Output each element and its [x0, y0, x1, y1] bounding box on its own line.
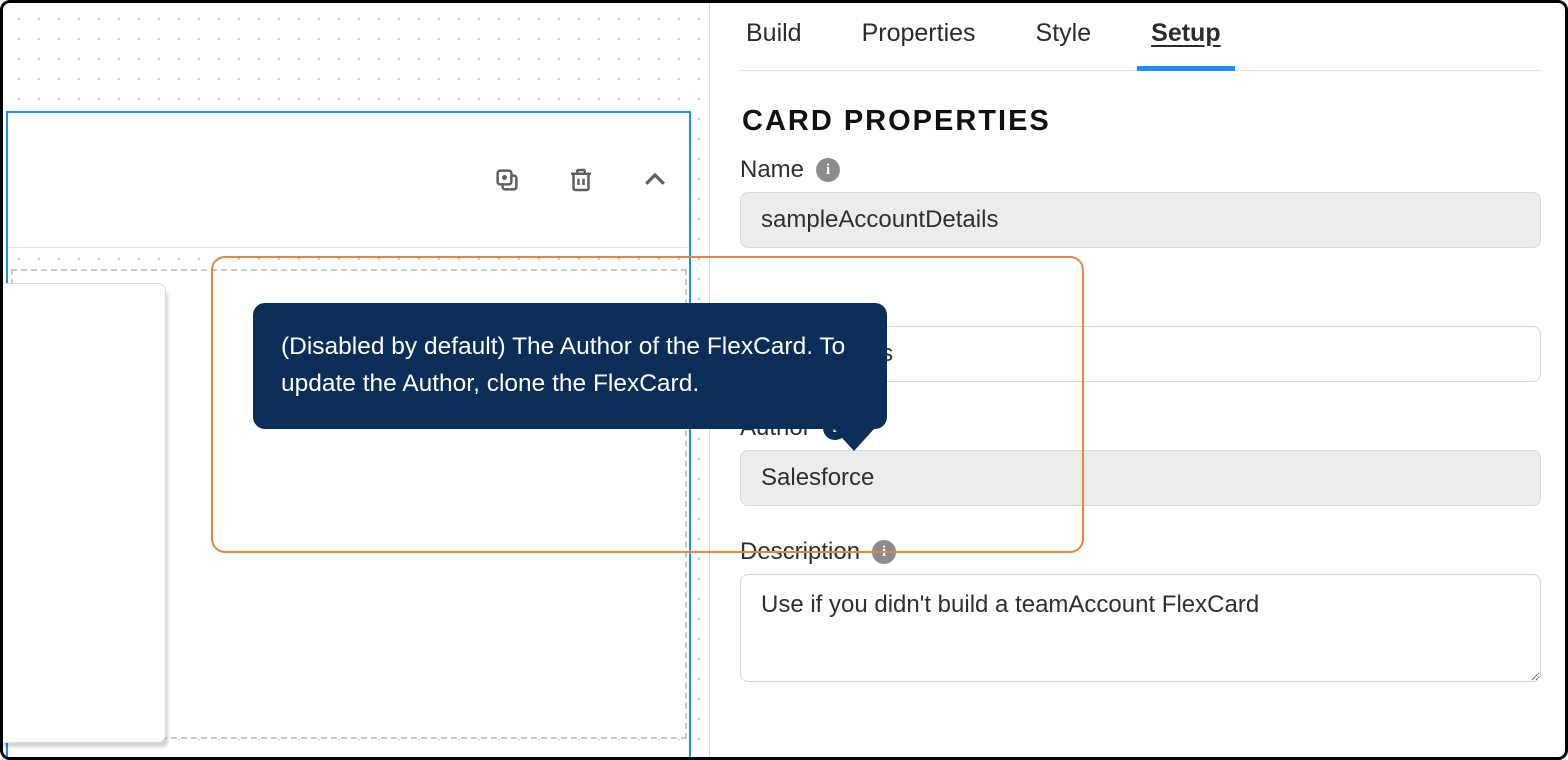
field-description-label: Description — [740, 538, 860, 566]
copy-button[interactable] — [491, 164, 523, 196]
tabs-row: Build Properties Style Setup — [740, 3, 1541, 71]
collapse-button[interactable] — [639, 164, 671, 196]
trash-icon — [566, 165, 596, 195]
info-icon[interactable]: i — [872, 540, 896, 564]
copy-icon — [492, 165, 522, 195]
field-name-label: Name — [740, 156, 804, 184]
card-header-actions — [491, 113, 671, 247]
tab-build[interactable]: Build — [746, 19, 802, 70]
card-header-row — [8, 113, 689, 248]
name-input — [740, 192, 1541, 248]
author-tooltip: (Disabled by default) The Author of the … — [253, 303, 887, 429]
delete-button[interactable] — [565, 164, 597, 196]
app-frame: Build Properties Style Setup CARD PROPER… — [0, 0, 1568, 760]
section-title: CARD PROPERTIES — [742, 105, 1541, 138]
card-inner-panel[interactable] — [0, 283, 166, 743]
description-input[interactable] — [740, 574, 1541, 682]
chevron-up-icon — [640, 165, 670, 195]
tab-setup[interactable]: Setup — [1151, 19, 1220, 70]
field-description-label-row: Description i — [740, 538, 1541, 566]
field-name: Name i — [740, 156, 1541, 248]
field-name-label-row: Name i — [740, 156, 1541, 184]
tab-style[interactable]: Style — [1036, 19, 1092, 70]
card-outline[interactable] — [6, 111, 691, 760]
author-input — [740, 450, 1541, 506]
tab-properties[interactable]: Properties — [862, 19, 976, 70]
field-description: Description i — [740, 538, 1541, 687]
info-icon[interactable]: i — [816, 158, 840, 182]
